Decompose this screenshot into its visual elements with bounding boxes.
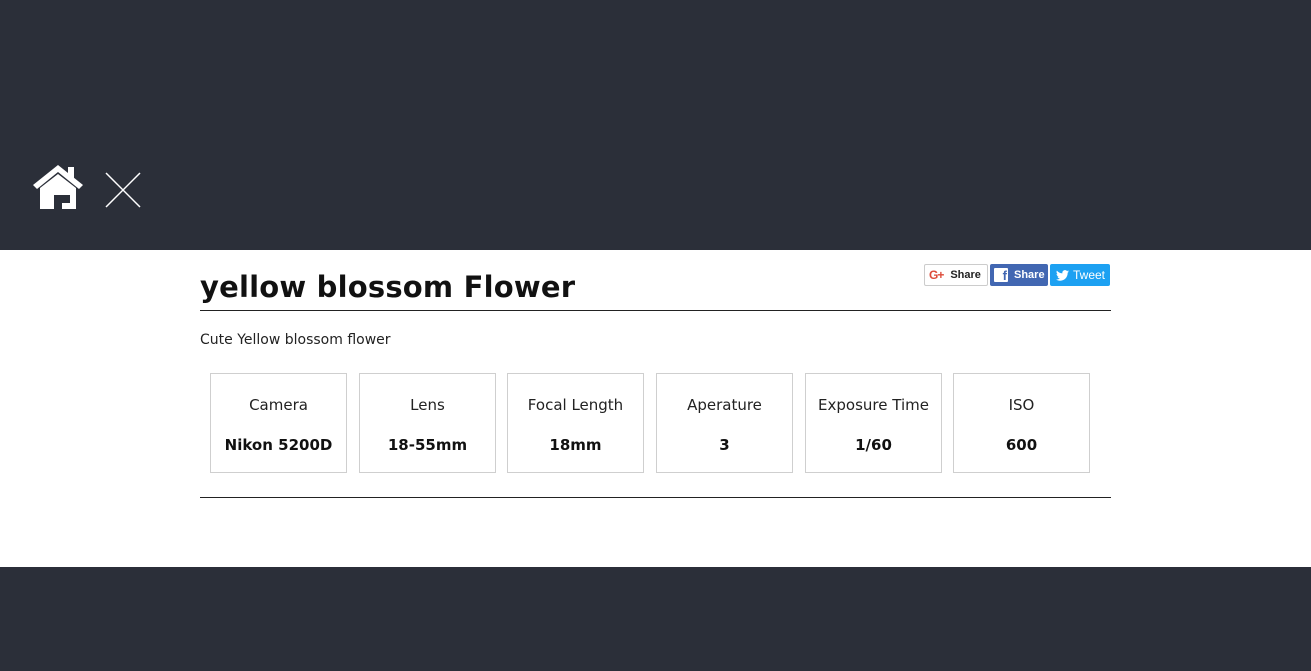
photo-title: yellow blossom Flower xyxy=(200,270,576,304)
google-share-label: Share xyxy=(950,269,981,281)
header-bar xyxy=(0,0,1311,250)
stat-label: Camera xyxy=(249,396,308,414)
stat-value: 18-55mm xyxy=(387,436,468,454)
stat-value: 1/60 xyxy=(855,436,892,454)
divider-bottom xyxy=(200,497,1111,498)
stat-label: Aperature xyxy=(687,396,762,414)
stat-value: 600 xyxy=(1005,436,1038,454)
stat-value: 3 xyxy=(719,436,730,454)
stat-label: Lens xyxy=(410,396,445,414)
stat-card-iso: ISO 600 xyxy=(953,373,1090,473)
close-button[interactable] xyxy=(104,171,142,209)
google-plus-icon: G+ xyxy=(929,268,944,282)
stat-label: Focal Length xyxy=(527,396,624,414)
stat-card-lens: Lens 18-55mm xyxy=(359,373,496,473)
stat-value: Nikon 5200D xyxy=(224,436,333,454)
stat-label: Exposure Time xyxy=(818,396,929,414)
facebook-share-label: Share xyxy=(1014,269,1045,281)
stat-card-camera: Camera Nikon 5200D xyxy=(210,373,347,473)
divider-top xyxy=(200,310,1111,311)
home-button[interactable] xyxy=(32,163,84,211)
home-icon xyxy=(33,165,83,209)
stat-label: ISO xyxy=(1008,396,1035,414)
photo-description: Cute Yellow blossom flower xyxy=(200,332,391,348)
stat-value: 18mm xyxy=(549,436,602,454)
twitter-tweet-button[interactable]: Tweet xyxy=(1050,264,1110,286)
photo-details-panel: yellow blossom Flower G+ Share f Share T… xyxy=(0,250,1311,567)
facebook-icon: f xyxy=(994,268,1008,283)
twitter-tweet-label: Tweet xyxy=(1073,268,1106,282)
facebook-share-button[interactable]: f Share xyxy=(990,264,1048,286)
close-icon xyxy=(105,172,141,208)
twitter-bird-icon xyxy=(1056,269,1069,281)
google-share-button[interactable]: G+ Share xyxy=(924,264,988,286)
stat-card-aperture: Aperature 3 xyxy=(656,373,793,473)
stat-card-focal-length: Focal Length 18mm xyxy=(507,373,644,473)
stat-card-exposure-time: Exposure Time 1/60 xyxy=(805,373,942,473)
